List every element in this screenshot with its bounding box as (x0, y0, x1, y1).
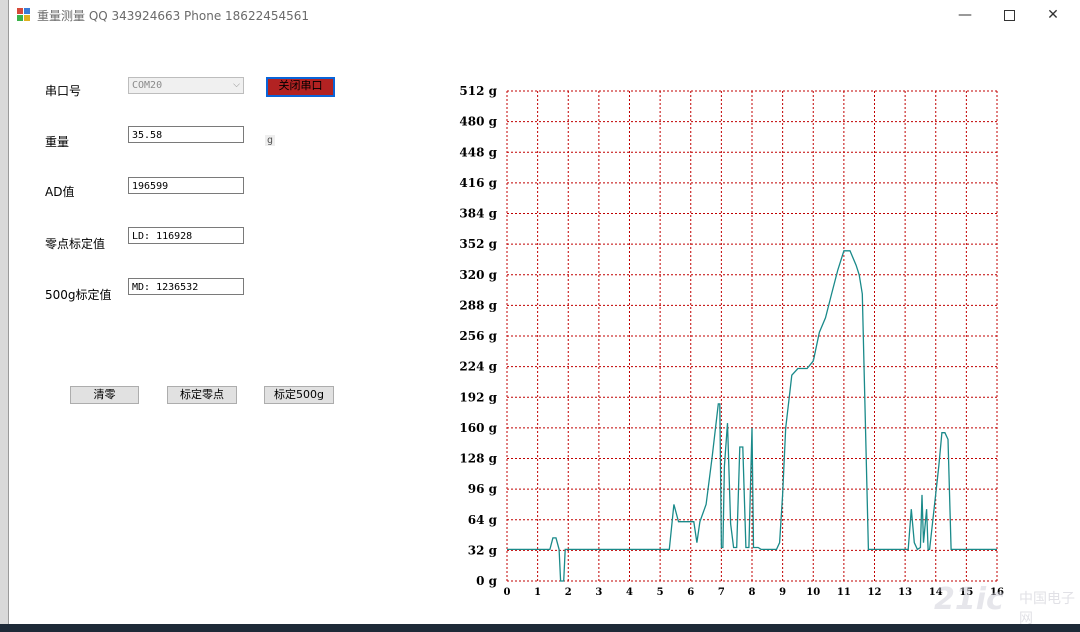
zero-cal-field[interactable]: LD: 116928 (128, 227, 244, 244)
y-tick-label: 448 g (459, 145, 497, 159)
x-tick-label: 12 (868, 587, 882, 598)
ad-field[interactable]: 196599 (128, 177, 244, 194)
chevron-down-icon: ⌵ (233, 80, 240, 90)
zero-cal-label: 零点标定值 (45, 237, 106, 251)
y-tick-label: 32 g (468, 543, 498, 557)
y-tick-label: 64 g (468, 513, 498, 527)
close-icon: ✕ (1047, 7, 1059, 23)
maximize-icon (1003, 9, 1015, 21)
y-tick-label: 352 g (459, 237, 497, 251)
close-port-button[interactable]: 关闭串口 (266, 77, 335, 97)
y-tick-label: 128 g (459, 452, 497, 466)
background-window-edge (0, 0, 8, 624)
y-tick-label: 320 g (459, 268, 497, 282)
clear-button[interactable]: 清零 (70, 386, 139, 404)
x-tick-label: 6 (687, 587, 694, 598)
x-tick-label: 8 (749, 587, 756, 598)
x-tick-label: 4 (626, 587, 633, 598)
x-tick-label: 5 (657, 587, 664, 598)
x-tick-label: 1 (534, 587, 541, 598)
ad-label: AD值 (45, 185, 75, 199)
weight-field[interactable]: 35.58 (128, 126, 244, 143)
minimize-button[interactable]: — (943, 0, 987, 30)
taskbar (0, 624, 1080, 632)
minimize-icon: — (958, 7, 972, 23)
app-icon (17, 8, 31, 22)
y-tick-label: 512 g (459, 84, 497, 98)
weight-unit: g (265, 135, 276, 146)
window-title: 重量测量 QQ 343924663 Phone 18622454561 (37, 9, 310, 23)
cal500-field[interactable]: MD: 1236532 (128, 278, 244, 295)
watermark-logo: 21ic (934, 582, 1004, 617)
y-tick-label: 0 g (476, 574, 498, 588)
y-tick-label: 192 g (459, 390, 497, 404)
port-select[interactable]: COM20 ⌵ (128, 77, 244, 94)
watermark-text: 中国电子网 (1019, 591, 1075, 627)
y-tick-label: 256 g (459, 329, 497, 343)
x-tick-label: 7 (718, 587, 725, 598)
title-bar[interactable]: 重量测量 QQ 343924663 Phone 18622454561 — ✕ (9, 0, 1080, 30)
weight-chart: 0 1 2 3 4 5 6 7 8 9 10 11 12 13 14 15 160 g32 g64 g96 g1… (459, 84, 1004, 598)
cal500-label: 500g标定值 (45, 288, 112, 302)
y-tick-label: 288 g (459, 298, 497, 312)
calibrate-zero-button[interactable]: 标定零点 (167, 386, 237, 404)
port-select-value: COM20 (132, 80, 163, 91)
y-tick-label: 224 g (459, 360, 497, 374)
weight-label: 重量 (45, 135, 70, 149)
y-tick-label: 416 g (459, 176, 497, 190)
x-tick-label: 10 (806, 587, 820, 598)
y-tick-label: 96 g (468, 482, 498, 496)
port-label: 串口号 (45, 84, 82, 98)
x-tick-label: 13 (898, 587, 912, 598)
x-tick-label: 0 (504, 587, 511, 598)
calibrate-500-button[interactable]: 标定500g (264, 386, 334, 404)
maximize-button[interactable] (987, 0, 1031, 30)
y-tick-label: 160 g (459, 421, 497, 435)
y-tick-label: 480 g (459, 115, 497, 129)
close-button[interactable]: ✕ (1031, 0, 1075, 30)
y-tick-label: 384 g (459, 207, 497, 221)
x-tick-label: 11 (837, 587, 851, 598)
x-tick-label: 3 (595, 587, 602, 598)
app-window: 重量测量 QQ 343924663 Phone 18622454561 — ✕ … (8, 0, 1080, 627)
x-tick-label: 9 (779, 587, 786, 598)
x-tick-label: 2 (565, 587, 572, 598)
